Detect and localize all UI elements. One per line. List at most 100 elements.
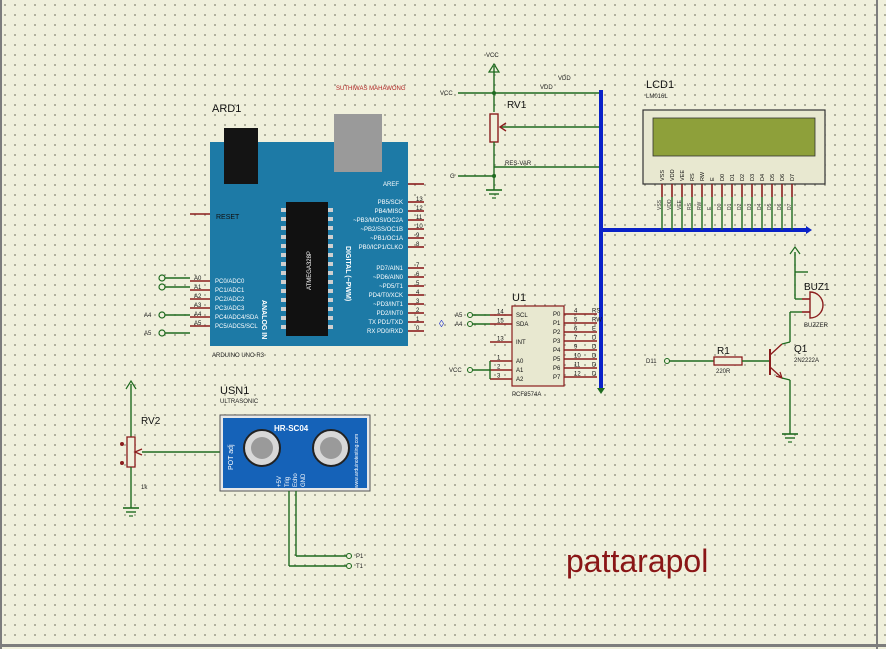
- u1-ref: U1: [512, 292, 526, 304]
- u1-right-pin-num: 11: [574, 363, 581, 369]
- buzzer-body: [809, 291, 824, 319]
- usn-net-p1: P1: [356, 554, 364, 560]
- power-section: VCC VCC VDD VDD RV1 RES-VAR G: [440, 53, 601, 199]
- digital-pin-name: PD4/T0/XCK: [369, 293, 403, 299]
- lcd-pin-net: D2: [737, 203, 743, 210]
- analog-pin-name: PC0/ADC0: [215, 279, 245, 285]
- digital-pin-name: ~PD6/AIN0: [373, 275, 404, 281]
- rv1-body[interactable]: [489, 113, 499, 143]
- arduino-board[interactable]: ARD1 SUTHIWAS MAHAWONG ATMEGA328P ANALOG…: [190, 86, 424, 359]
- usn-pin-name: Trig: [285, 477, 291, 487]
- digital-pin-name: RX PD0/RXD: [367, 329, 404, 335]
- r1-value: 220R: [716, 369, 731, 375]
- usn-net-t1: T1: [356, 564, 364, 570]
- rv2-value: 1k: [141, 485, 148, 491]
- lcd-pin-name: D3: [750, 174, 756, 181]
- lcd-pin-name: D4: [760, 174, 766, 181]
- net-a4-label: A4: [144, 313, 152, 319]
- digital-pin-name: PD2/INT0: [377, 311, 404, 317]
- usn-title: HR-SC04: [274, 424, 309, 433]
- aref-label: AREF: [383, 182, 399, 188]
- usn-ref: USN1: [220, 385, 249, 397]
- u1-right-pin-num: 10: [574, 354, 581, 360]
- digital-pin-name: ~PD3/INT1: [373, 302, 404, 308]
- u1-net-vcc: VCC: [449, 368, 462, 374]
- lcd-pin-net: VSS: [657, 199, 663, 210]
- usn-website: www.arduinotesting.com: [354, 434, 360, 488]
- u1-right-pin-name: P4: [553, 348, 561, 354]
- vcc-left-label: VCC: [440, 91, 453, 97]
- u1-left-pin-name: SDA: [516, 322, 528, 328]
- lcd-pin-name: VDD: [670, 169, 676, 181]
- digital-pin-name: ~PB2/SS/OC1B: [360, 227, 403, 233]
- pcf8574a-chip[interactable]: U1 14SCL15SDA13INT1A02A13A2 4P0RS5P1RW6P…: [439, 292, 602, 398]
- buzzer-model: BUZZER: [804, 323, 829, 329]
- buzzer-driver[interactable]: BUZ1 BUZZER D11 R1 220R Q1 2N2222A: [646, 245, 830, 443]
- digital-pin-name: ~PD5/T1: [379, 284, 404, 290]
- digital-pin-name: PB0/ICP1/CLKO: [359, 245, 404, 251]
- u1-right-pin-net: RS: [592, 309, 600, 315]
- analog-pin-name: PC3/ADC3: [215, 306, 245, 312]
- reset-label: RESET: [216, 214, 240, 221]
- r1-net-in: D11: [646, 359, 657, 365]
- analog-pin-num: A3: [194, 303, 202, 309]
- analog-in-label: ANALOG IN: [260, 300, 267, 339]
- analog-pin-num: A5: [194, 321, 202, 327]
- lcd-pin-name: VEE: [680, 170, 686, 181]
- lcd-pin-net: D3: [747, 203, 753, 210]
- r1-ref: R1: [717, 346, 730, 357]
- digital-pin-name: TX PD1/TXD: [368, 320, 403, 326]
- lcd-pin-net: D4: [757, 203, 763, 210]
- vdd-label: VDD: [558, 76, 571, 82]
- u1-right-pin-net: D: [592, 336, 597, 342]
- lcd-pin-net: RW: [697, 201, 703, 210]
- u1-right-pin-net: D: [592, 345, 597, 351]
- arduino-top-note: SUTHIWAS MAHAWONG: [336, 86, 406, 92]
- chip-label: ATMEGA328P: [307, 251, 313, 290]
- lcd-pin-name: RW: [700, 171, 706, 181]
- digital-pin-num: 10: [416, 224, 423, 230]
- ultrasonic-sensor[interactable]: USN1 ULTRASONIC HR-SC04 POT adj www.ardu…: [219, 385, 371, 570]
- u1-right-pin-name: P6: [553, 366, 561, 372]
- u1-right-pin-name: P2: [553, 330, 561, 336]
- analog-pin-num: A4: [194, 312, 202, 318]
- u1-right-pin-net: E: [592, 327, 596, 333]
- u1-right-pin-num: 12: [574, 372, 581, 378]
- u1-right-pin-net: D: [592, 363, 597, 369]
- lcd-pin-name: D0: [720, 174, 726, 181]
- analog-pin-num: A1: [194, 285, 202, 291]
- u1-left-pin-num: 15: [497, 319, 504, 325]
- u1-model: PCF8574A: [512, 392, 541, 398]
- buzzer-ref: BUZ1: [804, 282, 830, 293]
- lcd-module[interactable]: LCD1 LM016L VSSVSSVDDVDDVEEVEERSRSRWRWEE…: [642, 79, 826, 230]
- u1-right-pin-name: P3: [553, 339, 561, 345]
- analog-pin-name: PC2/ADC2: [215, 297, 245, 303]
- lcd-pin-net: D5: [767, 203, 773, 210]
- q1-model: 2N2222A: [794, 358, 819, 364]
- vcc-top-label: VCC: [486, 53, 499, 59]
- q1-ref: Q1: [794, 344, 808, 355]
- lcd-pin-net: D7: [787, 203, 793, 210]
- analog-pin-num: A2: [194, 294, 202, 300]
- lcd-model: LM016L: [646, 94, 668, 100]
- digital-label: DIGITAL (~PWM): [344, 246, 351, 301]
- lcd-pin-name: D7: [790, 174, 796, 181]
- u1-right-pin-name: P1: [553, 321, 561, 327]
- lcd-screen: [652, 117, 816, 157]
- rv1-ref: RV1: [507, 100, 527, 111]
- net-a5-label: A5: [144, 331, 152, 337]
- u1-right-pin-name: P0: [553, 312, 561, 318]
- u1-right-pin-net: D: [592, 354, 597, 360]
- analog-pin-name: PC1/ADC1: [215, 288, 245, 294]
- usb-connector: [334, 114, 382, 172]
- u1-right-pin-name: P5: [553, 357, 561, 363]
- rv2-potentiometer[interactable]: RV2 1k: [120, 379, 220, 517]
- lcd-pin-name: D1: [730, 174, 736, 181]
- lcd-pin-name: D6: [780, 174, 786, 181]
- usn-pin-name: GND: [301, 473, 307, 487]
- r1-body: [713, 356, 743, 366]
- schematic-canvas[interactable]: ARD1 SUTHIWAS MAHAWONG ATMEGA328P ANALOG…: [0, 0, 886, 649]
- u1-left-pin-num: 13: [497, 337, 504, 343]
- probe-marker: ◊: [439, 319, 444, 330]
- lcd-pin-net: VDD: [667, 199, 673, 210]
